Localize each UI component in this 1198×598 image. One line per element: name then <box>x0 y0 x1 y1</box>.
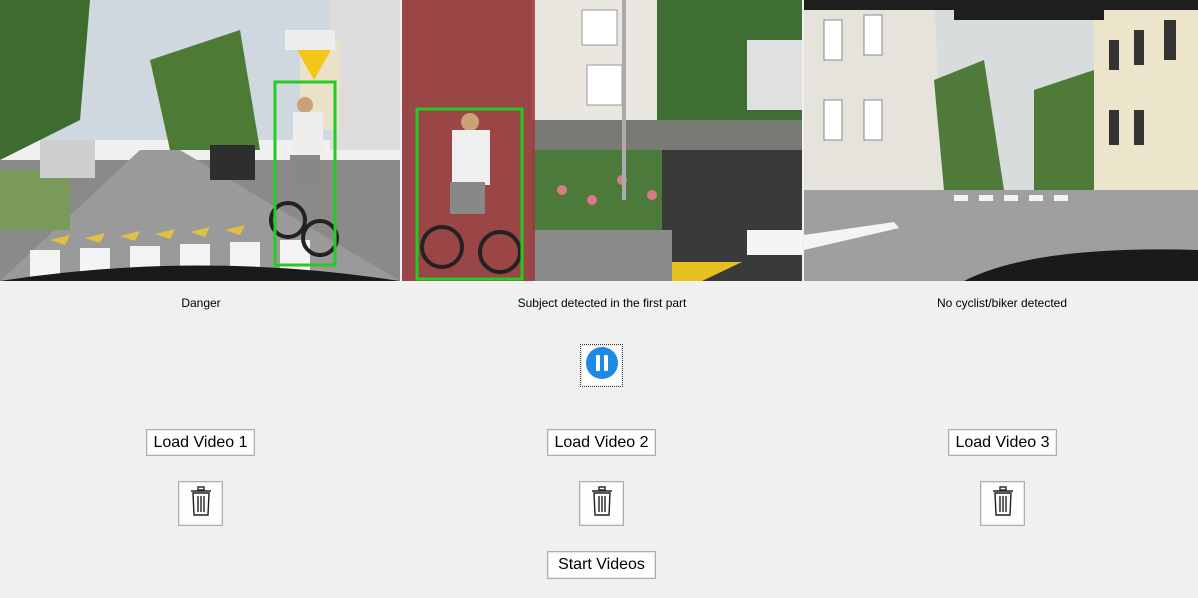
trash-icon <box>992 486 1014 521</box>
status-label-video-2: Subject detected in the first part <box>517 296 687 310</box>
load-video-3-button[interactable]: Load Video 3 <box>948 429 1057 456</box>
video-2-image <box>402 0 802 281</box>
start-videos-button[interactable]: Start Videos <box>547 551 656 579</box>
delete-video-2-button[interactable] <box>579 481 624 526</box>
video-frame-1 <box>0 0 400 281</box>
video-1-image <box>0 0 400 281</box>
status-label-video-1: Danger <box>181 296 221 310</box>
load-video-2-button[interactable]: Load Video 2 <box>547 429 656 456</box>
pause-button[interactable] <box>580 344 623 387</box>
trash-icon <box>591 486 613 521</box>
load-video-1-button[interactable]: Load Video 1 <box>146 429 255 456</box>
video-frame-3 <box>804 0 1198 281</box>
status-label-video-3: No cyclist/biker detected <box>936 296 1068 310</box>
video-3-image <box>804 0 1198 281</box>
pause-icon <box>585 346 619 385</box>
trash-icon <box>190 486 212 521</box>
delete-video-1-button[interactable] <box>178 481 223 526</box>
video-frame-2 <box>402 0 802 281</box>
delete-video-3-button[interactable] <box>980 481 1025 526</box>
